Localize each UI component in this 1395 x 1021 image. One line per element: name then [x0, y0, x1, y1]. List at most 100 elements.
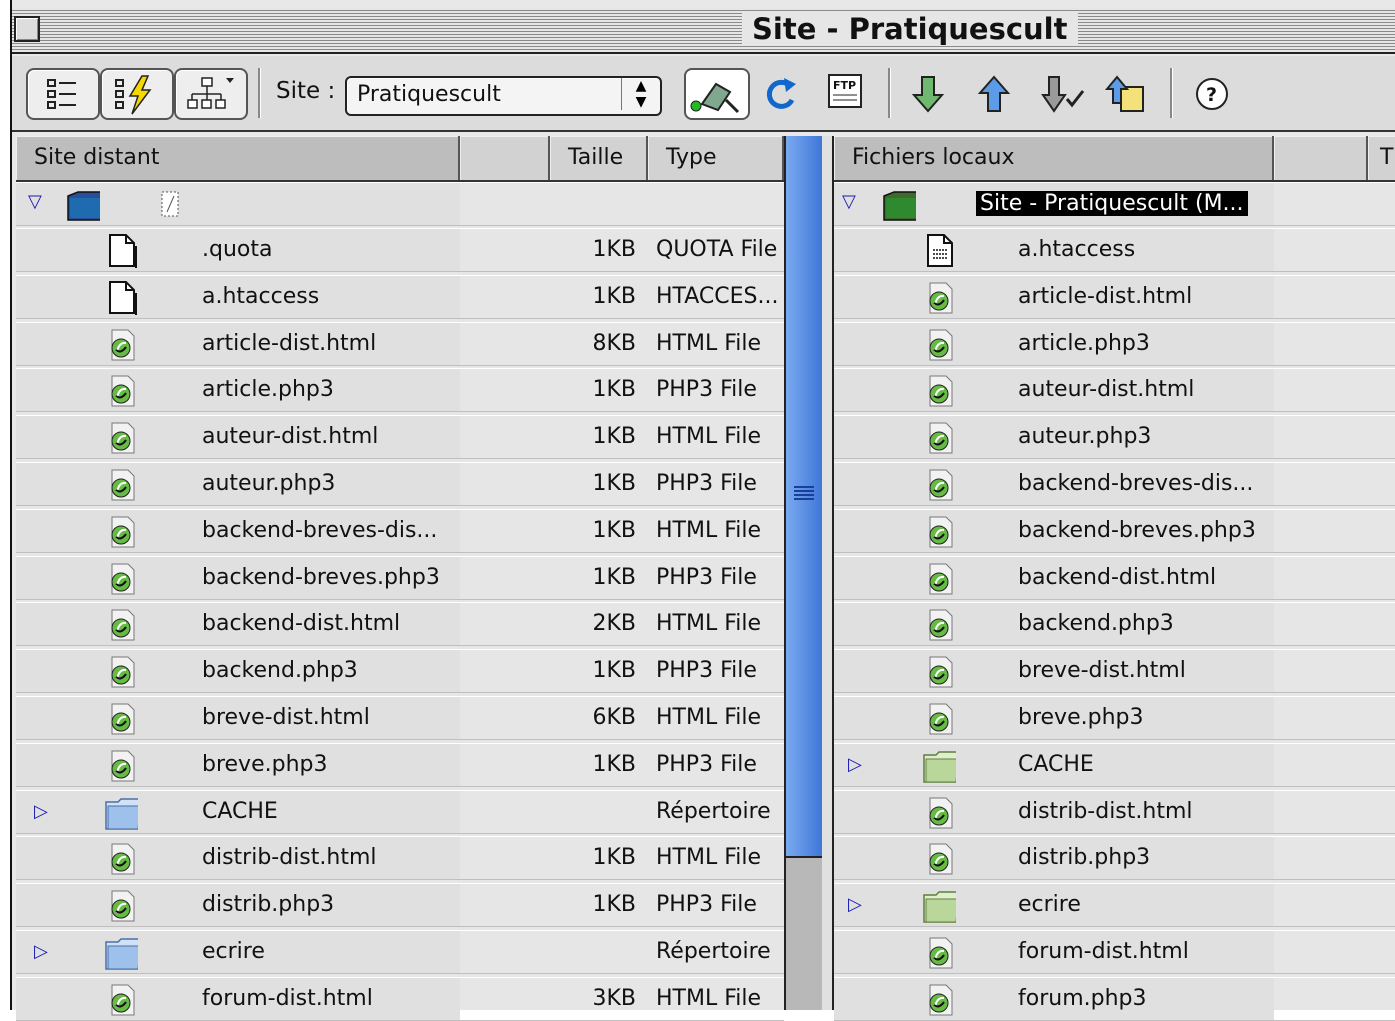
local-file-row[interactable]: backend-dist.html [834, 555, 1395, 600]
remote-file-size: 1KB [592, 471, 636, 496]
local-files-pane[interactable]: Fichiers locaux T ▽ Site - Pratiquescult… [834, 136, 1395, 1021]
remote-file-row[interactable]: distrib-dist.html 1KB HTML File [16, 836, 784, 881]
remote-file-size: 1KB [592, 751, 636, 777]
remote-file-row[interactable]: backend-breves.php3 1KB PHP3 File [16, 555, 784, 600]
disclosure-closed-icon[interactable]: ▷ [848, 754, 862, 775]
refresh-button[interactable] [758, 72, 802, 116]
web-file-icon [111, 984, 135, 1016]
remote-folder-row[interactable]: ▷ CACHE Répertoire [16, 789, 784, 834]
local-file-row[interactable]: breve.php3 [834, 696, 1395, 740]
remote-file-name: .quota [202, 237, 273, 262]
remote-file-row[interactable]: .quota 1KB QUOTA File [16, 228, 784, 272]
local-file-row[interactable]: distrib-dist.html [834, 789, 1395, 834]
local-file-row[interactable]: distrib.php3 [834, 836, 1395, 881]
local-root-label[interactable]: Site - Pratiquescult (M... [976, 191, 1248, 216]
remote-file-size: 1KB [592, 424, 636, 450]
local-file-row[interactable]: backend.php3 [834, 602, 1395, 647]
remote-file-type: QUOTA File [656, 237, 778, 262]
local-file-row[interactable]: a.htaccess [834, 228, 1395, 272]
disclosure-closed-icon[interactable]: ▷ [34, 801, 48, 822]
remote-file-size: 1KB [592, 658, 636, 684]
remote-file-row[interactable]: backend.php3 1KB PHP3 File [16, 649, 784, 694]
local-file-row[interactable]: auteur-dist.html [834, 368, 1395, 413]
local-folder-row[interactable]: ▷ ecrire [834, 883, 1395, 928]
remote-blank-column-header[interactable] [460, 136, 550, 180]
local-file-row[interactable]: auteur.php3 [834, 415, 1395, 460]
remote-file-row[interactable]: breve-dist.html 6KB HTML File [16, 696, 784, 740]
remote-file-size: 1KB [592, 564, 636, 590]
check-in-button[interactable] [1038, 72, 1088, 116]
help-icon: ? [1196, 78, 1228, 110]
local-name-column-header[interactable]: Fichiers locaux [834, 136, 1274, 180]
local-file-row[interactable]: breve-dist.html [834, 649, 1395, 694]
web-file-icon [929, 937, 953, 969]
local-file-name: auteur.php3 [1018, 424, 1152, 450]
remote-file-name: breve-dist.html [202, 705, 370, 730]
ftp-log-button[interactable]: FTP [824, 70, 868, 114]
remote-file-row[interactable]: auteur-dist.html 1KB HTML File [16, 415, 784, 460]
remote-scrollbar[interactable] [784, 136, 824, 1010]
remote-site-pane[interactable]: Site distant Taille Type ▽ .quota 1KB QUOT… [16, 136, 784, 1021]
local-file-row[interactable]: backend-breves.php3 [834, 508, 1395, 553]
remote-file-size: 3KB [592, 985, 636, 1011]
remote-file-row[interactable]: article.php3 1KB PHP3 File [16, 368, 784, 413]
remote-file-size: 2KB [592, 611, 636, 637]
web-file-icon [111, 469, 135, 501]
close-box[interactable] [14, 16, 40, 42]
connect-plug-icon [690, 82, 740, 114]
check-out-button[interactable] [1104, 72, 1150, 116]
disclosure-open-icon[interactable]: ▽ [842, 191, 856, 212]
web-file-icon [111, 422, 135, 454]
site-files-view-button[interactable] [26, 68, 100, 120]
remote-file-row[interactable]: a.htaccess 1KB HTACCES... [16, 274, 784, 319]
get-button[interactable] [908, 72, 948, 116]
site-map-view-button[interactable] [100, 68, 174, 120]
site-select[interactable]: Pratiquescult ▲ ▼ [345, 76, 662, 116]
remote-file-row[interactable]: backend-dist.html 2KB HTML File [16, 602, 784, 647]
pane-divider[interactable] [822, 136, 834, 1010]
remote-file-row[interactable]: forum-dist.html 3KB HTML File [16, 976, 784, 1021]
local-file-name: forum-dist.html [1018, 939, 1189, 964]
help-button[interactable]: ? [1192, 74, 1232, 114]
title-bar[interactable]: Site - Pratiquescult [12, 8, 1395, 54]
toolbar-separator [1170, 68, 1173, 118]
remote-file-row[interactable]: backend-breves-dis... 1KB HTML File [16, 508, 784, 553]
remote-file-row[interactable]: article-dist.html 8KB HTML File [16, 321, 784, 366]
local-file-row[interactable]: backend-breves-dis... [834, 462, 1395, 506]
local-file-row[interactable]: article-dist.html [834, 274, 1395, 319]
web-file-icon [929, 469, 953, 501]
upload-arrow-icon [977, 75, 1011, 112]
remote-name-column-header[interactable]: Site distant [16, 136, 460, 180]
local-file-name: distrib.php3 [1018, 845, 1151, 871]
site-window: Site - Pratiquescult Site: Pratiquescul… [10, 0, 1395, 1021]
connect-button[interactable] [684, 68, 750, 120]
remote-file-row[interactable]: breve.php3 1KB PHP3 File [16, 742, 784, 787]
remote-file-name: distrib.php3 [202, 892, 335, 918]
remote-type-column-header[interactable]: Type [648, 136, 784, 180]
local-size-column-header[interactable]: T [1368, 136, 1395, 180]
local-root-row[interactable]: ▽ Site - Pratiquescult (M... [834, 182, 1395, 226]
remote-file-name: ecrire [202, 939, 265, 964]
remote-file-row[interactable]: distrib.php3 1KB PHP3 File [16, 883, 784, 928]
remote-scroll-thumb[interactable] [786, 136, 822, 858]
local-folder-row[interactable]: ▷ CACHE [834, 742, 1395, 787]
local-header: Fichiers locaux T [834, 136, 1395, 182]
local-file-name: backend.php3 [1018, 611, 1174, 637]
remote-folder-row[interactable]: ▷ ecrire Répertoire [16, 930, 784, 974]
disclosure-closed-icon[interactable]: ▷ [34, 941, 48, 962]
site-label: Site : [276, 78, 336, 104]
put-button[interactable] [974, 72, 1014, 116]
local-file-row[interactable]: forum-dist.html [834, 930, 1395, 974]
remote-file-row[interactable]: auteur.php3 1KB PHP3 File [16, 462, 784, 506]
remote-root-row[interactable]: ▽ [16, 182, 784, 226]
site-map-dropdown-button[interactable] [174, 68, 248, 120]
local-file-row[interactable]: article.php3 [834, 321, 1395, 366]
disclosure-closed-icon[interactable]: ▷ [848, 894, 862, 915]
web-file-icon [929, 703, 953, 735]
local-file-row[interactable]: forum.php3 [834, 976, 1395, 1021]
check-out-icon [1105, 75, 1144, 112]
remote-size-column-header[interactable]: Taille [550, 136, 648, 180]
disclosure-open-icon[interactable]: ▽ [28, 191, 42, 212]
local-blank-column-header[interactable] [1274, 136, 1368, 180]
remote-file-name: forum-dist.html [202, 985, 373, 1011]
